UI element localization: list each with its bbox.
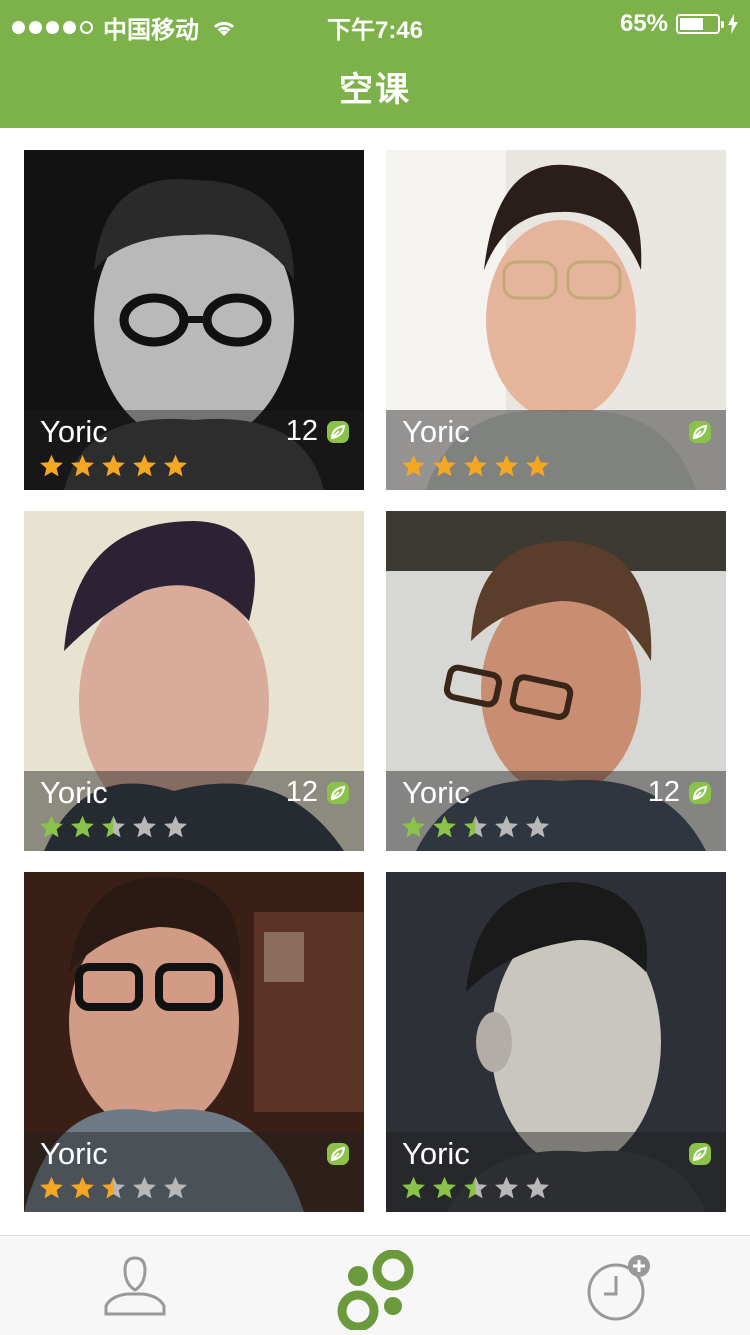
star-icon <box>102 815 125 838</box>
battery-percent: 65% <box>619 10 668 37</box>
star-icon <box>164 454 187 477</box>
person-icon <box>104 1256 166 1316</box>
rating-stars <box>400 453 551 480</box>
status-right: 65% <box>620 10 738 38</box>
leaf-icon <box>327 1143 349 1165</box>
star-icon <box>433 454 456 477</box>
star-icon <box>433 815 456 838</box>
leaf-icon <box>327 421 349 443</box>
star-icon <box>526 815 549 838</box>
star-icon <box>402 815 425 838</box>
teacher-name: Yoric <box>402 1136 470 1171</box>
rating-stars <box>38 1175 189 1202</box>
teacher-name: Yoric <box>40 775 108 810</box>
rating-stars <box>38 814 189 841</box>
star-icon <box>495 1176 518 1199</box>
tab-bar <box>0 1235 750 1335</box>
teacher-card[interactable]: Yoric <box>24 872 364 1212</box>
leaf-icon <box>327 782 349 804</box>
status-bar: 中国移动 下午7:46 65% <box>0 0 750 44</box>
star-icon <box>526 1176 549 1199</box>
charging-icon <box>728 14 738 34</box>
star-icon <box>495 454 518 477</box>
tab-discover[interactable] <box>250 1236 500 1335</box>
star-icon <box>433 1176 456 1199</box>
star-icon <box>40 454 63 477</box>
star-icon <box>402 1176 425 1199</box>
leaf-icon <box>689 1143 711 1165</box>
star-icon <box>40 815 63 838</box>
teacher-name: Yoric <box>402 414 470 449</box>
star-icon <box>464 815 487 838</box>
battery-fill <box>680 18 704 30</box>
star-icon <box>164 1176 187 1199</box>
teacher-name: Yoric <box>40 414 108 449</box>
star-icon <box>402 454 425 477</box>
lesson-count: 12 <box>647 776 680 808</box>
rating-stars <box>400 814 551 841</box>
star-icon <box>495 815 518 838</box>
teacher-name: Yoric <box>402 775 470 810</box>
star-icon <box>71 815 94 838</box>
star-icon <box>526 454 549 477</box>
teacher-card[interactable]: Yoric 12 <box>24 150 364 490</box>
tab-schedule[interactable] <box>500 1236 750 1335</box>
star-icon <box>464 454 487 477</box>
leaf-icon <box>689 421 711 443</box>
page-title: 空课 <box>339 71 411 109</box>
rating-stars <box>400 1175 551 1202</box>
star-icon <box>71 1176 94 1199</box>
star-icon <box>133 815 156 838</box>
star-icon <box>102 1176 125 1199</box>
teacher-card[interactable]: Yoric 12 <box>24 511 364 851</box>
star-icon <box>40 1176 63 1199</box>
circles-icon <box>337 1250 414 1330</box>
lesson-count: 12 <box>285 415 318 447</box>
battery-cap <box>721 21 724 28</box>
star-icon <box>164 815 187 838</box>
star-icon <box>71 454 94 477</box>
star-icon <box>133 454 156 477</box>
star-icon <box>102 454 125 477</box>
teacher-card[interactable]: Yoric <box>386 150 726 490</box>
battery-icon <box>676 14 724 34</box>
teacher-card[interactable]: Yoric <box>386 872 726 1212</box>
header: 中国移动 下午7:46 65% 空课 <box>0 0 750 128</box>
tab-profile[interactable] <box>0 1236 250 1335</box>
teacher-card[interactable]: Yoric 12 <box>386 511 726 851</box>
rating-stars <box>38 453 189 480</box>
clock-add-icon <box>587 1255 650 1321</box>
star-icon <box>133 1176 156 1199</box>
lesson-count: 12 <box>285 776 318 808</box>
leaf-icon <box>689 782 711 804</box>
teacher-name: Yoric <box>40 1136 108 1171</box>
star-icon <box>464 1176 487 1199</box>
